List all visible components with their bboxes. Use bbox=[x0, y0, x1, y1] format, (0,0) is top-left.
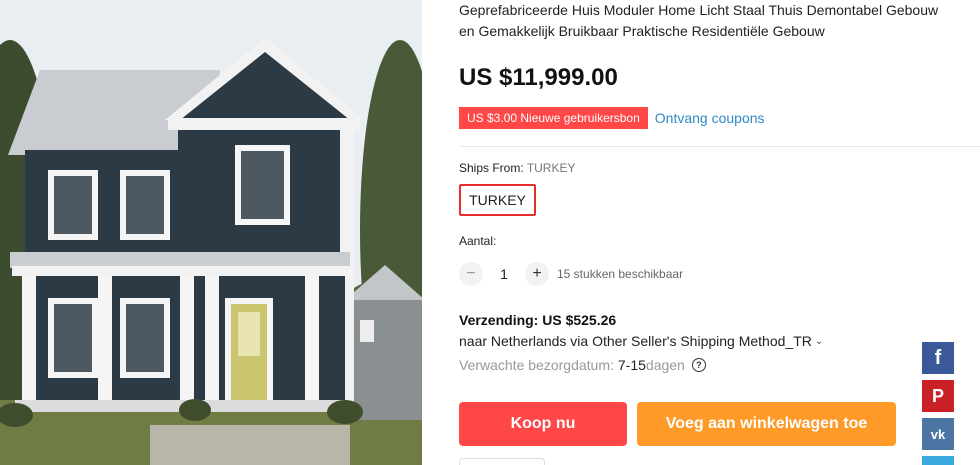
product-title: Geprefabriceerde Huis Moduler Home Licht… bbox=[459, 0, 980, 42]
quantity-value[interactable]: 1 bbox=[483, 266, 525, 282]
product-price: US $11,999.00 bbox=[459, 64, 618, 91]
delivery-value: 7-15 bbox=[617, 357, 646, 373]
product-title-line-1: Geprefabriceerde Huis Moduler Home Licht… bbox=[459, 2, 939, 18]
buy-now-button[interactable]: Koop nu bbox=[459, 402, 627, 446]
facebook-icon[interactable]: f bbox=[922, 342, 954, 374]
estimated-delivery: Verwachte bezorgdatum: 7-15 dagen ? bbox=[459, 357, 706, 373]
pinterest-icon[interactable]: P bbox=[922, 380, 954, 412]
product-image bbox=[0, 0, 422, 465]
vk-icon[interactable]: vk bbox=[922, 418, 954, 450]
wishlist-button[interactable] bbox=[459, 458, 545, 465]
quantity-increase-button[interactable]: + bbox=[525, 262, 549, 286]
ships-from-option-turkey[interactable]: TURKEY bbox=[459, 184, 536, 216]
ships-from-value: TURKEY bbox=[526, 161, 576, 175]
social-share-bar: f P vk bbox=[922, 342, 954, 465]
twitter-icon[interactable] bbox=[922, 456, 954, 465]
delivery-label: Verwachte bezorgdatum: bbox=[459, 357, 614, 373]
quantity-decrease-button[interactable]: − bbox=[459, 262, 483, 286]
product-info: Geprefabriceerde Huis Moduler Home Licht… bbox=[459, 0, 980, 465]
product-title-line-2: en Gemakkelijk Bruikbaar Praktische Resi… bbox=[459, 23, 825, 39]
delivery-unit: dagen bbox=[645, 357, 685, 373]
shipping-destination-text[interactable]: naar Netherlands via Other Seller's Ship… bbox=[459, 333, 812, 349]
ships-from-label: Ships From: TURKEY bbox=[459, 161, 576, 175]
quantity-stepper: − 1 + 15 stukken beschikbaar bbox=[459, 262, 683, 286]
quantity-label: Aantal: bbox=[459, 234, 497, 248]
add-to-cart-button[interactable]: Voeg aan winkelwagen toe bbox=[637, 402, 896, 446]
divider bbox=[459, 146, 980, 147]
get-coupons-link[interactable]: Ontvang coupons bbox=[655, 110, 765, 126]
quantity-available: 15 stukken beschikbaar bbox=[557, 267, 684, 281]
coupon-badge[interactable]: US $3.00 Nieuwe gebruikersbon bbox=[459, 107, 648, 129]
ships-from-text: Ships From: bbox=[459, 161, 524, 175]
help-circle-icon[interactable]: ? bbox=[691, 358, 706, 372]
shipping-cost: Verzending: US $525.26 bbox=[459, 312, 617, 328]
chevron-down-icon[interactable]: ⌄ bbox=[815, 336, 823, 347]
coupon-row: US $3.00 Nieuwe gebruikersbon Ontvang co… bbox=[459, 107, 765, 129]
shipping-destination[interactable]: naar Netherlands via Other Seller's Ship… bbox=[459, 333, 823, 349]
